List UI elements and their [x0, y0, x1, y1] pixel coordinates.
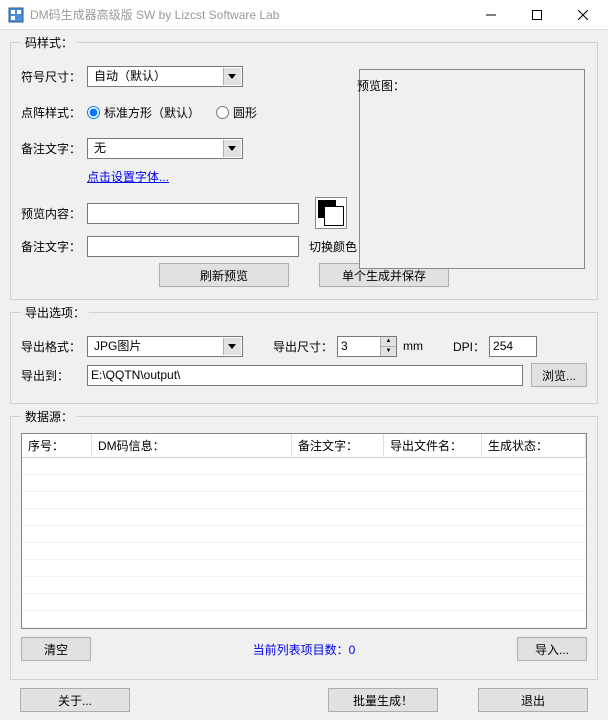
exit-button[interactable]: 退出 [478, 688, 588, 712]
preview-box [359, 69, 585, 269]
preview-label: 预览图： [357, 77, 405, 94]
data-table[interactable]: 序号： DM码信息： 备注文字： 导出文件名： 生成状态： [21, 433, 587, 629]
data-legend: 数据源： [21, 408, 77, 425]
size-unit: mm [403, 339, 423, 353]
swap-color-label: 切换颜色 [309, 238, 357, 255]
style-legend: 码样式： [21, 34, 77, 51]
export-size-input[interactable] [338, 337, 380, 356]
batch-generate-button[interactable]: 批量生成！ [328, 688, 438, 712]
dot-style-label: 点阵样式： [21, 104, 87, 121]
export-legend: 导出选项： [21, 304, 89, 321]
style-fieldset: 码样式： 预览图： 符号尺寸： 自动（默认） 点阵样式： 标准方形（默认） 圆形… [10, 34, 598, 300]
export-format-select[interactable]: JPG图片 [87, 336, 243, 357]
export-format-label: 导出格式： [21, 338, 87, 355]
export-size-label: 导出尺寸： [273, 338, 333, 355]
col-note[interactable]: 备注文字： [292, 434, 384, 458]
note-text2-input[interactable] [87, 236, 299, 257]
browse-button[interactable]: 浏览... [531, 363, 587, 387]
preview-content-label: 预览内容： [21, 205, 87, 222]
spin-down[interactable]: ▼ [381, 347, 396, 356]
minimize-button[interactable] [468, 0, 514, 30]
font-link[interactable]: 点击设置字体... [87, 168, 169, 185]
table-body [22, 458, 586, 628]
dpi-label: DPI： [453, 338, 485, 355]
export-fieldset: 导出选项： 导出格式： JPG图片 导出尺寸： ▲▼ mm DPI： 导出到： … [10, 304, 598, 404]
close-button[interactable] [560, 0, 606, 30]
note-text2-label: 备注文字： [21, 238, 87, 255]
count-label: 当前列表项目数：0 [253, 643, 356, 657]
table-header: 序号： DM码信息： 备注文字： 导出文件名： 生成状态： [22, 434, 586, 458]
radio-square[interactable]: 标准方形（默认） [87, 104, 200, 121]
symbol-size-label: 符号尺寸： [21, 68, 87, 85]
export-dest-input[interactable] [87, 365, 523, 386]
symbol-size-select[interactable]: 自动（默认） [87, 66, 243, 87]
radio-circle[interactable]: 圆形 [216, 104, 257, 121]
window-title: DM码生成器高级版 SW by Lizcst Software Lab [30, 6, 468, 23]
radio-square-input[interactable] [87, 106, 100, 119]
swap-color-icon[interactable] [315, 197, 347, 229]
about-button[interactable]: 关于... [20, 688, 130, 712]
radio-circle-input[interactable] [216, 106, 229, 119]
titlebar: DM码生成器高级版 SW by Lizcst Software Lab [0, 0, 608, 30]
data-fieldset: 数据源： 序号： DM码信息： 备注文字： 导出文件名： 生成状态： 清空 当前… [10, 408, 598, 680]
col-filename[interactable]: 导出文件名： [384, 434, 482, 458]
export-dest-label: 导出到： [21, 367, 87, 384]
export-size-spinner[interactable]: ▲▼ [337, 336, 397, 357]
maximize-button[interactable] [514, 0, 560, 30]
col-status[interactable]: 生成状态： [482, 434, 586, 458]
spin-up[interactable]: ▲ [381, 337, 396, 347]
note-text-select[interactable]: 无 [87, 138, 243, 159]
refresh-preview-button[interactable]: 刷新预览 [159, 263, 289, 287]
preview-content-input[interactable] [87, 203, 299, 224]
note-text-label: 备注文字： [21, 140, 87, 157]
import-button[interactable]: 导入... [517, 637, 587, 661]
col-seq[interactable]: 序号： [22, 434, 92, 458]
clear-button[interactable]: 清空 [21, 637, 91, 661]
app-icon [8, 7, 24, 23]
dpi-input[interactable] [489, 336, 537, 357]
col-info[interactable]: DM码信息： [92, 434, 292, 458]
